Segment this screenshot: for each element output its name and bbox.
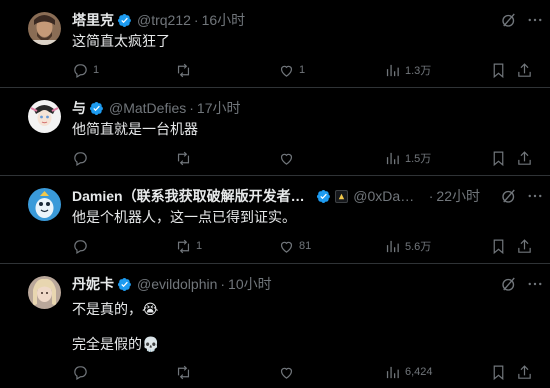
more-icon[interactable]	[526, 187, 544, 205]
like-button[interactable]: 1	[278, 60, 305, 80]
author-handle[interactable]: @MatDefies	[109, 100, 186, 116]
tweet-text-line: 完全是假的💀	[72, 336, 160, 352]
verified-badge-icon	[317, 189, 331, 203]
views-button[interactable]: 1.5万	[384, 148, 431, 168]
bookmark-button[interactable]	[490, 236, 507, 256]
grok-icon[interactable]	[500, 187, 518, 205]
views-button[interactable]: 1.3万	[384, 60, 431, 80]
share-icon	[518, 364, 531, 379]
bookmark-icon	[493, 63, 504, 78]
author-handle[interactable]: @evildolphin	[137, 276, 217, 292]
views-button[interactable]: 6,424	[384, 362, 433, 382]
reply-count: 1	[93, 64, 100, 76]
tweet-text: 他简直就是一台机器	[72, 121, 198, 137]
verified-badge-icon	[117, 277, 131, 291]
bookmark-icon	[493, 365, 504, 380]
like-icon	[280, 367, 293, 379]
retweet-button[interactable]: 1	[175, 236, 202, 256]
reply-button[interactable]	[72, 236, 93, 256]
author-name[interactable]: 与	[72, 98, 86, 118]
view-count: 1.5万	[405, 153, 432, 165]
author-name[interactable]: 塔里克	[72, 10, 114, 30]
tweet-reply[interactable]: Damien（联系我获取破解版开发者信... @0xDami... · 22小时…	[0, 176, 550, 264]
share-button[interactable]	[516, 236, 533, 256]
share-button[interactable]	[516, 362, 533, 382]
reply-button[interactable]: 1	[72, 60, 99, 80]
more-icon[interactable]	[526, 275, 544, 293]
share-icon	[518, 238, 531, 253]
bookmark-icon	[493, 151, 504, 166]
reply-icon	[74, 365, 87, 380]
retweet-count: 1	[196, 240, 203, 252]
share-button[interactable]	[516, 60, 533, 80]
grok-icon[interactable]	[500, 275, 518, 293]
views-button[interactable]: 5.6万	[384, 236, 431, 256]
verified-badge-icon	[89, 101, 103, 115]
views-icon	[386, 152, 399, 164]
view-count: 1.3万	[405, 65, 432, 77]
reply-icon	[74, 239, 87, 254]
like-button[interactable]	[278, 148, 299, 168]
like-icon	[280, 241, 293, 253]
tweet-reply[interactable]: 塔里克 @trq212 · 16小时 这简直太疯狂了 1 1 1.3万	[0, 0, 550, 88]
avatar[interactable]	[28, 100, 61, 133]
tweet-text-line: 不是真的，😭	[72, 301, 159, 317]
bookmark-button[interactable]	[490, 362, 507, 382]
separator-dot: ·	[189, 100, 194, 116]
views-icon	[386, 64, 399, 76]
verified-badge-icon	[117, 13, 131, 27]
like-button[interactable]	[278, 362, 299, 382]
affiliate-badge-icon[interactable]	[335, 189, 349, 203]
reply-icon	[74, 63, 87, 78]
author-handle[interactable]: @trq212	[137, 12, 191, 28]
avatar[interactable]	[28, 188, 61, 221]
bookmark-button[interactable]	[490, 60, 507, 80]
author-handle[interactable]: @0xDami...	[353, 188, 425, 204]
share-icon	[518, 62, 531, 77]
like-icon	[280, 65, 293, 77]
avatar[interactable]	[28, 12, 61, 45]
retweet-button[interactable]	[175, 362, 196, 382]
timestamp[interactable]: 22小时	[436, 186, 480, 206]
like-icon	[280, 153, 293, 165]
separator-dot: ·	[428, 188, 434, 204]
retweet-icon	[177, 63, 190, 77]
more-icon[interactable]	[526, 11, 544, 29]
timestamp[interactable]: 16小时	[202, 10, 246, 30]
share-button[interactable]	[516, 148, 533, 168]
tweet-reply[interactable]: 与 @MatDefies · 17小时 他简直就是一台机器 1.5万	[0, 88, 550, 176]
separator-dot: ·	[193, 12, 199, 28]
avatar[interactable]	[28, 276, 61, 309]
reply-icon	[74, 151, 87, 166]
tweet-reply[interactable]: 丹妮卡 @evildolphin · 10小时 不是真的，😭 完全是假的💀 6,…	[0, 264, 550, 388]
timestamp[interactable]: 17小时	[197, 98, 241, 118]
bookmark-button[interactable]	[490, 148, 507, 168]
views-icon	[386, 366, 399, 378]
like-count: 81	[299, 240, 312, 252]
view-count: 5.6万	[405, 241, 432, 253]
retweet-icon	[177, 239, 190, 253]
retweet-icon	[177, 151, 190, 165]
views-icon	[386, 240, 399, 252]
like-count: 1	[299, 64, 306, 76]
bookmark-icon	[493, 239, 504, 254]
tweet-text: 他是个机器人，这一点已得到证实。	[72, 209, 296, 225]
author-name[interactable]: Damien（联系我获取破解版开发者信...	[72, 186, 313, 206]
grok-icon[interactable]	[500, 11, 518, 29]
reply-button[interactable]	[72, 148, 93, 168]
retweet-button[interactable]	[175, 148, 196, 168]
separator-dot: ·	[220, 276, 226, 292]
like-button[interactable]: 81	[278, 236, 311, 256]
author-name[interactable]: 丹妮卡	[72, 274, 114, 294]
retweet-icon	[177, 365, 190, 379]
timestamp[interactable]: 10小时	[228, 274, 272, 294]
tweet-text: 这简直太疯狂了	[72, 33, 170, 49]
retweet-button[interactable]	[175, 60, 196, 80]
share-icon	[518, 150, 531, 165]
view-count: 6,424	[405, 366, 433, 378]
reply-button[interactable]	[72, 362, 93, 382]
